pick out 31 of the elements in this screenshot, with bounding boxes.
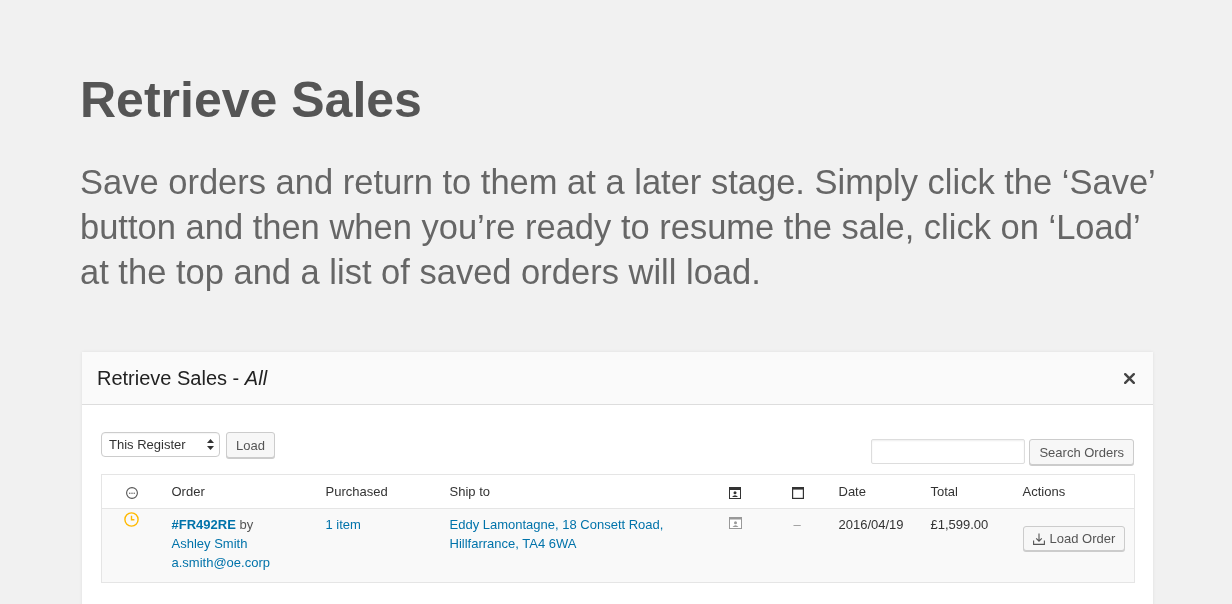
purchased-items-link[interactable]: 1 item — [325, 517, 361, 532]
column-header: Actions — [1022, 484, 1066, 499]
column-header: Purchased — [325, 484, 388, 499]
load-button[interactable]: Load — [226, 432, 275, 458]
empty-value-dash: – — [792, 517, 801, 532]
modal-title: Retrieve Sales - All — [97, 366, 268, 390]
contact-card-icon — [728, 486, 741, 499]
column-header: Order — [171, 484, 205, 499]
ship-to-address-link[interactable]: Eddy Lamontagne, 18 Consett Road, Hillfarrance, TA4 6WA — [449, 515, 709, 553]
search-orders-button[interactable]: Search Orders — [1029, 439, 1134, 465]
load-order-button[interactable]: Load Order — [1022, 526, 1126, 551]
search-field[interactable] — [871, 439, 1026, 464]
customer-email-link[interactable]: a.smith@oe.corp — [171, 553, 270, 572]
clock-icon — [124, 512, 140, 527]
window-icon — [791, 486, 804, 499]
customer-name-link[interactable]: Ashley Smith — [171, 536, 248, 551]
close-icon[interactable] — [1124, 372, 1135, 384]
select-arrows-icon — [207, 439, 214, 450]
column-header: Date — [838, 484, 866, 499]
by-text: by — [239, 517, 254, 532]
page-description: Save orders and return to them at a later stage. Simply click the ‘Save’ button and then when you’re ready to resume the sale, click on ‘Load’ at the top and a list of saved orders will load. — [80, 162, 1156, 293]
more-circle-icon — [125, 486, 138, 499]
order-date: 2016/04/19 — [838, 517, 904, 532]
download-icon — [1032, 532, 1045, 545]
contact-card-icon — [728, 517, 742, 529]
column-header: Total — [930, 484, 958, 499]
order-total: £1,599.00 — [930, 517, 989, 532]
page-title: Retrieve Sales — [80, 71, 422, 130]
register-select[interactable]: This Register — [101, 432, 220, 457]
order-number-link[interactable]: #FR492RE — [171, 517, 236, 532]
column-header: Ship to — [449, 484, 490, 499]
